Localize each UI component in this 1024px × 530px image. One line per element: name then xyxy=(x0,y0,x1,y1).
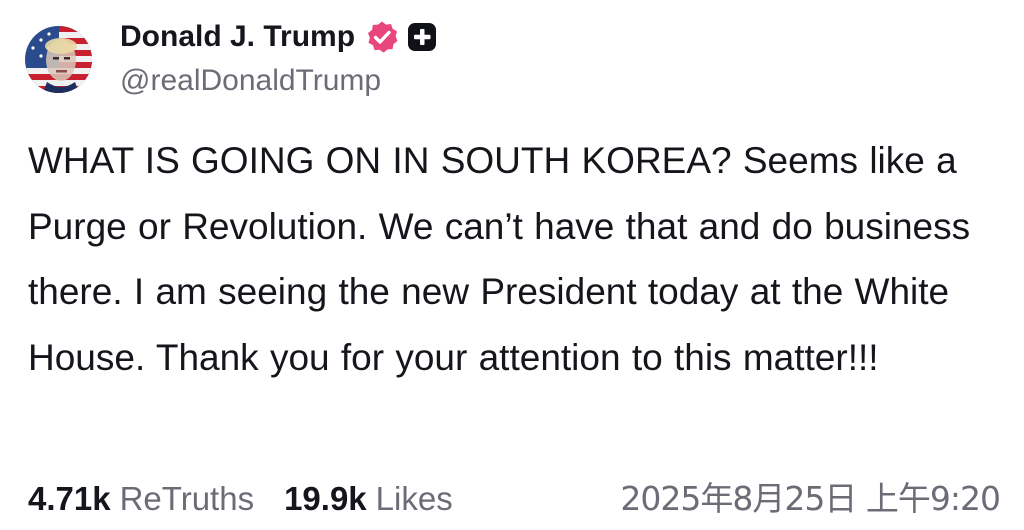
truth-plus-icon xyxy=(407,22,437,52)
likes-count[interactable]: 19.9k xyxy=(284,480,367,518)
author-handle[interactable]: @realDonaldTrump xyxy=(120,64,437,98)
retruths-label[interactable]: ReTruths xyxy=(120,480,254,518)
likes-label[interactable]: Likes xyxy=(376,480,453,518)
author-identity: Donald J. Trump @realDonaldTrump xyxy=(120,14,437,98)
author-display-name[interactable]: Donald J. Trump xyxy=(120,20,355,54)
name-row: Donald J. Trump xyxy=(120,14,437,60)
retruths-count[interactable]: 4.71k xyxy=(28,480,111,518)
post-stats: 4.71k ReTruths 19.9k Likes 2025年8月25日 上午… xyxy=(28,474,1018,524)
avatar[interactable] xyxy=(25,26,92,93)
truth-post: Donald J. Trump @realDonaldTrump WHAT IS… xyxy=(0,0,1024,530)
post-header: Donald J. Trump @realDonaldTrump xyxy=(25,14,437,104)
avatar-flag-portrait-icon xyxy=(25,26,92,93)
verified-badge-icon xyxy=(365,20,399,54)
post-body-text: WHAT IS GOING ON IN SOUTH KOREA? Seems l… xyxy=(28,140,971,378)
post-timestamp[interactable]: 2025年8月25日 上午9:20 xyxy=(620,474,1001,524)
